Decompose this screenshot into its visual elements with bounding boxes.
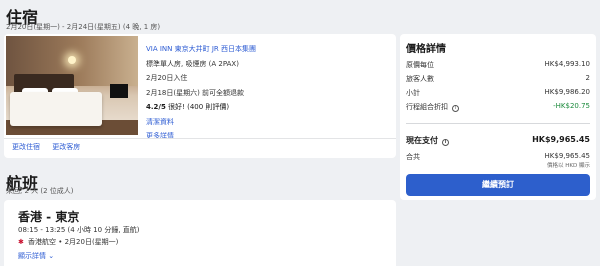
price-details-card: 價格詳情 原價每位 HK$4,993.10 旅客人數 2 小計 HK$9,986…: [400, 34, 596, 200]
hotel-photo[interactable]: [6, 36, 138, 135]
price-details-title: 價格詳情: [406, 44, 446, 55]
change-room-link[interactable]: 更改客房: [52, 143, 80, 151]
price-row-label: 旅客人數: [406, 75, 434, 83]
price-row-discount: 行程組合折扣 i -HK$20.75: [406, 102, 590, 112]
price-row-label: 小計: [406, 89, 420, 97]
hotel-card: VIA INN 東京大井町 JR 西日本集團 標準單人房, 吸煙房 (A 2PA…: [4, 34, 396, 158]
hotel-name-link[interactable]: VIA INN 東京大井町 JR 西日本集團: [146, 42, 256, 57]
currency-note: 價格以 HKD 顯示: [547, 163, 590, 169]
stay-dates: 2月20日(星期一) - 2月24日(星期五) (4 晚, 1 房): [6, 23, 161, 31]
pay-now-label: 現在支付: [406, 136, 438, 145]
continue-booking-button[interactable]: 繼續預訂: [406, 174, 590, 196]
price-row-value: 2: [585, 74, 590, 82]
total-label: 合共: [406, 153, 420, 161]
hotel-rating: 4.2/5 很好! (400 則評價): [146, 100, 256, 115]
info-icon[interactable]: i: [442, 139, 449, 146]
flight-route: 香港 - 東京: [18, 210, 80, 224]
info-icon[interactable]: i: [452, 105, 459, 112]
hotel-info: VIA INN 東京大井町 JR 西日本集團 標準單人房, 吸煙房 (A 2PA…: [146, 42, 256, 144]
airline-text: 香港航空 • 2月20日(星期一): [28, 238, 119, 246]
discount-value: -HK$20.75: [553, 102, 590, 110]
hotel-actions: 更改住宿 更改客房: [12, 142, 90, 152]
price-row-value: HK$4,993.10: [544, 60, 590, 68]
price-row-travelers: 旅客人數 2: [406, 74, 590, 84]
airline-info: ✱ 香港航空 • 2月20日(星期一): [18, 237, 118, 247]
chevron-down-icon: ⌄: [48, 252, 55, 260]
rating-text: 很好! (400 則評價): [168, 103, 230, 111]
cleaning-info-link[interactable]: 清潔資料: [146, 115, 256, 130]
more-details-link[interactable]: 更多詳情: [146, 129, 256, 144]
flight-time: 08:15 - 13:25 (4 小時 10 分鐘, 直航): [18, 226, 140, 234]
price-row-base: 原價每位 HK$4,993.10: [406, 60, 590, 70]
change-stay-link[interactable]: 更改住宿: [12, 143, 40, 151]
room-type: 標準單人房, 吸煙房 (A 2PAX): [146, 59, 239, 68]
flight-card: 香港 - 東京 08:15 - 13:25 (4 小時 10 分鐘, 直航) ✱…: [4, 200, 396, 266]
pay-now-row: 現在支付 i HK$9,965.45: [406, 135, 590, 146]
price-divider: [406, 123, 590, 124]
airline-logo-icon: ✱: [18, 237, 24, 246]
price-row-value: HK$9,986.20: [544, 88, 590, 96]
price-row-subtotal: 小計 HK$9,986.20: [406, 88, 590, 98]
rating-score: 4.2/5: [146, 103, 166, 111]
pay-now-value: HK$9,965.45: [532, 135, 590, 144]
price-row-label: 原價每位: [406, 61, 434, 69]
show-details-label: 顯示詳情: [18, 252, 46, 260]
discount-label: 行程組合折扣: [406, 103, 448, 111]
flight-subtitle: 來回, 2 人 (2 位成人): [6, 187, 74, 195]
card-divider: [4, 138, 396, 139]
checkin-date: 2月20日入住: [146, 74, 188, 82]
show-details-toggle[interactable]: 顯示詳情 ⌄: [18, 251, 54, 261]
cancellation-policy: 2月18日(星期六) 前可全額退款: [146, 88, 245, 97]
price-row-label: 行程組合折扣 i: [406, 102, 459, 112]
